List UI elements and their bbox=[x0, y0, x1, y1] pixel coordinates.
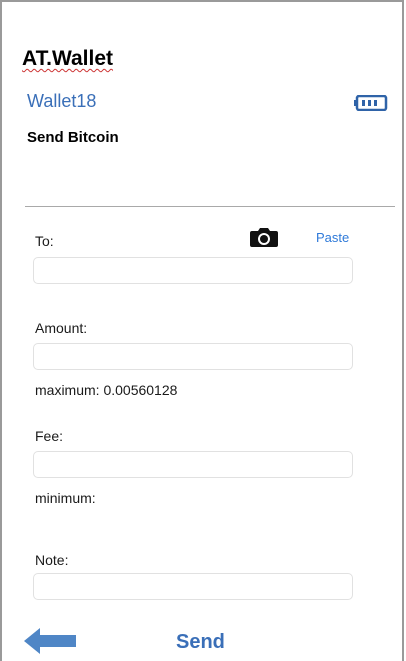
send-button[interactable]: Send bbox=[176, 631, 225, 654]
to-address-input[interactable] bbox=[33, 257, 353, 284]
note-label: Note: bbox=[35, 552, 69, 568]
battery-icon bbox=[354, 95, 388, 111]
to-label: To: bbox=[35, 233, 54, 249]
paste-button[interactable]: Paste bbox=[316, 230, 349, 245]
fee-input[interactable] bbox=[33, 451, 353, 478]
back-arrow-icon[interactable] bbox=[24, 627, 76, 655]
note-input[interactable] bbox=[33, 573, 353, 600]
wallet-name: Wallet18 bbox=[27, 91, 97, 111]
amount-maximum-hint: maximum: 0.00560128 bbox=[35, 382, 178, 398]
amount-label: Amount: bbox=[35, 320, 88, 336]
fee-minimum-hint: minimum: bbox=[35, 490, 96, 506]
amount-input[interactable] bbox=[33, 343, 353, 370]
camera-icon[interactable] bbox=[249, 226, 279, 248]
page-title: Send Bitcoin bbox=[27, 129, 119, 146]
fee-label: Fee: bbox=[35, 428, 64, 444]
app-title: AT.Wallet bbox=[22, 47, 114, 70]
header-divider bbox=[25, 206, 395, 207]
